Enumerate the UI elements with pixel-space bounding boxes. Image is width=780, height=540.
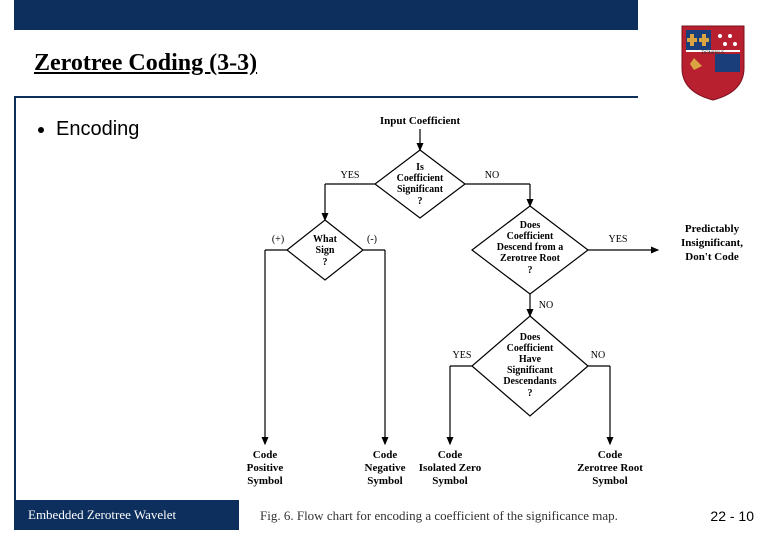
svg-text:DOMINUS: DOMINUS bbox=[701, 51, 725, 56]
svg-text:Have: Have bbox=[519, 354, 542, 365]
bullet-dot bbox=[38, 127, 44, 133]
bullet-encoding: Encoding bbox=[38, 118, 139, 141]
node-input: Input Coefficient bbox=[380, 115, 461, 127]
out-positive: Code bbox=[253, 449, 278, 461]
svg-text:Symbol: Symbol bbox=[592, 475, 627, 487]
svg-text:YES: YES bbox=[453, 350, 472, 361]
svg-text:Zerotree Root: Zerotree Root bbox=[500, 253, 561, 264]
footer-text: Embedded Zerotree Wavelet bbox=[28, 507, 176, 523]
svg-text:Does: Does bbox=[520, 332, 541, 343]
svg-text:Descendants: Descendants bbox=[503, 376, 556, 387]
slide-title: Zerotree Coding (3-3) bbox=[34, 50, 257, 76]
svg-text:Sign: Sign bbox=[316, 245, 335, 256]
out-negative: Code bbox=[373, 449, 398, 461]
svg-text:Coefficient: Coefficient bbox=[397, 173, 444, 184]
svg-text:Coefficient: Coefficient bbox=[507, 343, 554, 354]
svg-text:Don't Code: Don't Code bbox=[685, 251, 739, 263]
svg-text:Significant: Significant bbox=[507, 365, 554, 376]
svg-text:What: What bbox=[313, 234, 338, 245]
svg-text:NO: NO bbox=[591, 350, 605, 361]
out-zerotree: Code bbox=[598, 449, 623, 461]
university-crest: DOMINUS bbox=[680, 24, 746, 102]
svg-text:Positive: Positive bbox=[247, 462, 284, 474]
header-banner bbox=[14, 0, 638, 30]
svg-text:NO: NO bbox=[539, 300, 553, 311]
svg-text:Does: Does bbox=[520, 220, 541, 231]
svg-text:YES: YES bbox=[609, 234, 628, 245]
flowchart-diagram: Input Coefficient Is Coefficient Signifi… bbox=[230, 112, 770, 512]
svg-text:?: ? bbox=[418, 196, 423, 207]
svg-text:Insignificant,: Insignificant, bbox=[681, 237, 743, 249]
svg-text:(-): (-) bbox=[367, 234, 377, 245]
side-rule bbox=[14, 96, 16, 508]
svg-text:Symbol: Symbol bbox=[367, 475, 402, 487]
page-number: 22 - 10 bbox=[710, 508, 754, 524]
svg-text:?: ? bbox=[528, 265, 533, 276]
svg-text:Zerotree Root: Zerotree Root bbox=[577, 462, 643, 474]
svg-text:?: ? bbox=[528, 388, 533, 399]
node-predictably: Predictably bbox=[685, 223, 740, 235]
svg-text:Symbol: Symbol bbox=[247, 475, 282, 487]
footer-bar: Embedded Zerotree Wavelet bbox=[14, 500, 239, 530]
svg-text:Coefficient: Coefficient bbox=[507, 231, 554, 242]
svg-text:Isolated Zero: Isolated Zero bbox=[419, 462, 482, 474]
svg-text:Negative: Negative bbox=[365, 462, 406, 474]
svg-text:YES: YES bbox=[341, 170, 360, 181]
svg-text:Descend from a: Descend from a bbox=[497, 242, 563, 253]
svg-text:Is: Is bbox=[416, 162, 424, 173]
slide-title-wrap: Zerotree Coding (3-3) bbox=[34, 50, 257, 77]
svg-text:NO: NO bbox=[485, 170, 499, 181]
svg-text:?: ? bbox=[323, 257, 328, 268]
bullet-text: Encoding bbox=[56, 118, 139, 140]
svg-text:Significant: Significant bbox=[397, 184, 444, 195]
svg-text:Symbol: Symbol bbox=[432, 475, 467, 487]
svg-text:(+): (+) bbox=[272, 234, 284, 245]
title-rule bbox=[14, 96, 638, 98]
figure-caption: Fig. 6. Flow chart for encoding a coeffi… bbox=[260, 508, 618, 524]
out-isolated: Code bbox=[438, 449, 463, 461]
